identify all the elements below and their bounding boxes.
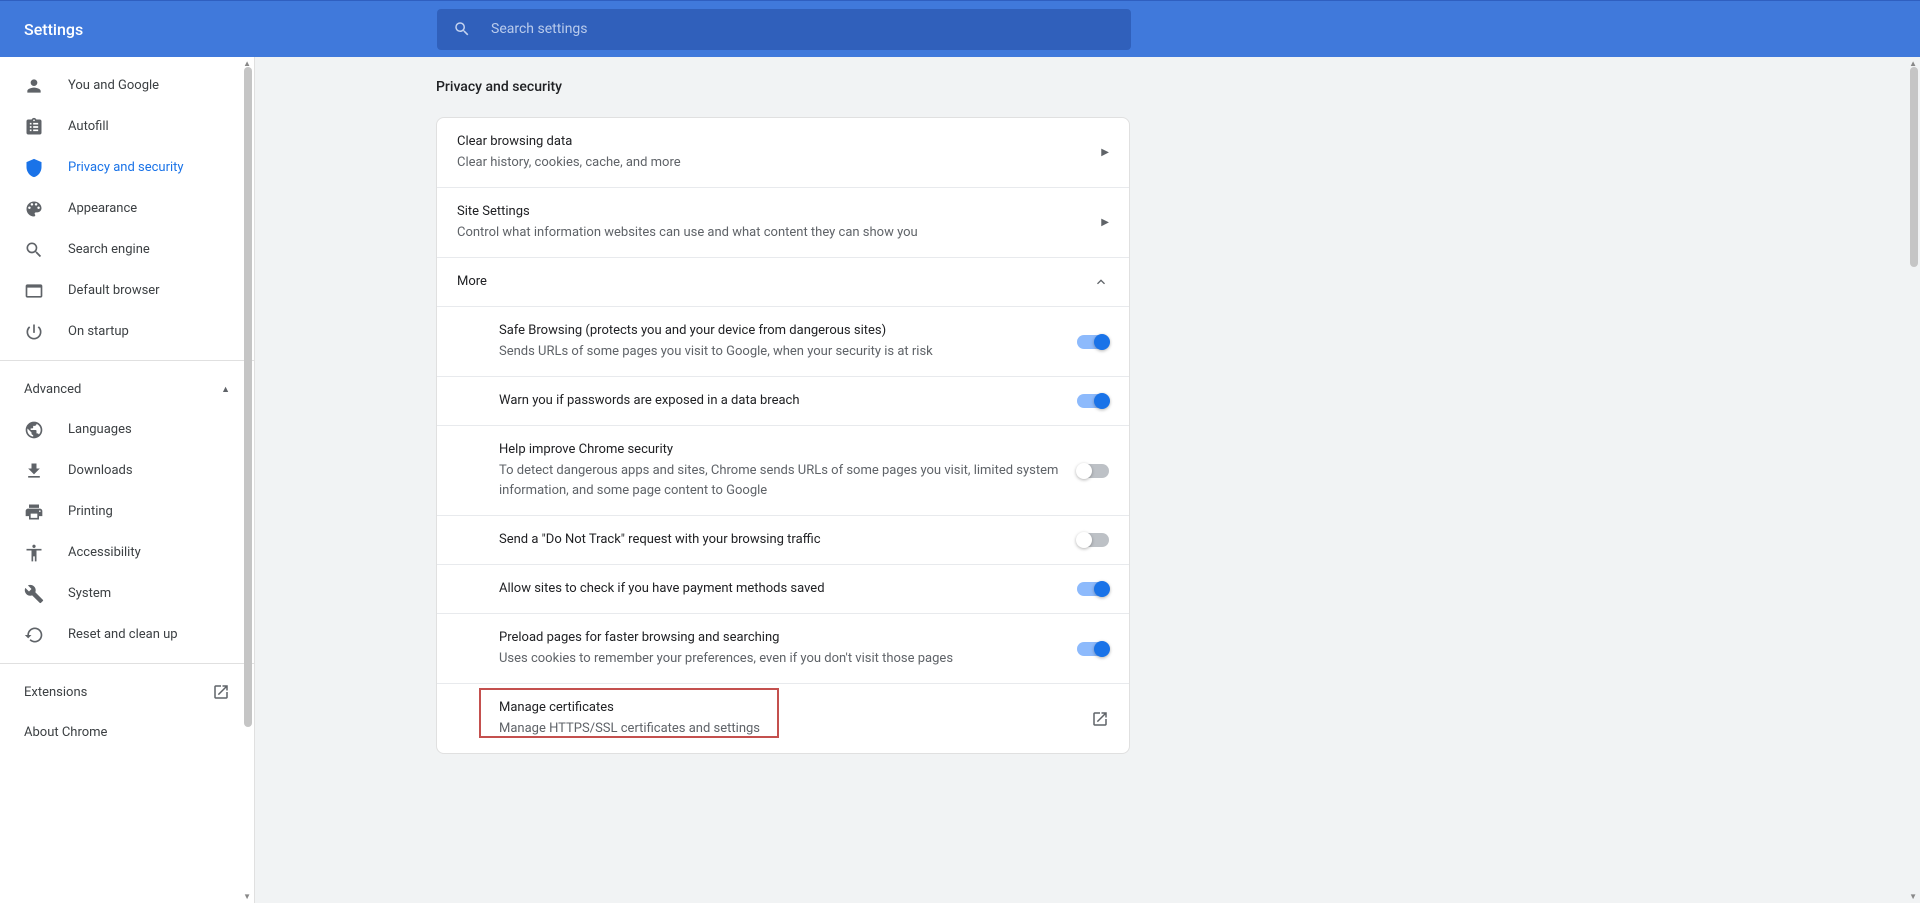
row-title: Clear browsing data — [457, 132, 1101, 152]
row-password-breach: Warn you if passwords are exposed in a d… — [437, 377, 1129, 426]
open-in-new-icon — [212, 683, 230, 701]
sidebar-item-languages[interactable]: Languages — [0, 409, 254, 450]
sidebar-item-downloads[interactable]: Downloads — [0, 450, 254, 491]
sidebar-item-on-startup[interactable]: On startup — [0, 311, 254, 352]
divider — [0, 663, 254, 664]
power-icon — [24, 322, 44, 342]
row-subtitle: Clear history, cookies, cache, and more — [457, 153, 1101, 173]
app-title: Settings — [24, 20, 83, 39]
divider — [0, 360, 254, 361]
row-manage-certificates[interactable]: Manage certificates Manage HTTPS/SSL cer… — [437, 684, 1129, 753]
chevron-right-icon: ▶ — [1101, 147, 1109, 158]
search-icon — [453, 20, 471, 38]
app-header: Settings — [0, 0, 1920, 57]
row-title: More — [457, 272, 1093, 292]
sidebar-item-search-engine[interactable]: Search engine — [0, 229, 254, 270]
search-icon — [24, 240, 44, 260]
main-scrollbar[interactable] — [1910, 67, 1918, 267]
row-clear-browsing-data[interactable]: Clear browsing data Clear history, cooki… — [437, 118, 1129, 188]
sidebar-item-label: Downloads — [68, 463, 133, 478]
row-more[interactable]: More — [437, 258, 1129, 307]
toggle-payment-methods[interactable] — [1077, 582, 1109, 596]
settings-card: Clear browsing data Clear history, cooki… — [436, 117, 1130, 754]
sidebar-scrollbar[interactable] — [244, 67, 252, 727]
shield-icon — [24, 158, 44, 178]
sidebar-about-chrome[interactable]: About Chrome — [0, 712, 254, 752]
row-subtitle: Sends URLs of some pages you visit to Go… — [499, 342, 1077, 362]
restore-icon — [24, 625, 44, 645]
sidebar-item-label: System — [68, 586, 111, 601]
sidebar-item-you-and-google[interactable]: You and Google — [0, 65, 254, 106]
row-title: Safe Browsing (protects you and your dev… — [499, 321, 1077, 341]
clipboard-icon — [24, 117, 44, 137]
row-title: Site Settings — [457, 202, 1101, 222]
search-input[interactable] — [491, 21, 1115, 37]
sidebar-item-label: Default browser — [68, 283, 160, 298]
sidebar-item-label: Privacy and security — [68, 160, 184, 175]
row-title: Preload pages for faster browsing and se… — [499, 628, 1077, 648]
page-title: Privacy and security — [436, 79, 1130, 95]
palette-icon — [24, 199, 44, 219]
download-icon — [24, 461, 44, 481]
browser-icon — [24, 281, 44, 301]
sidebar-item-autofill[interactable]: Autofill — [0, 106, 254, 147]
printer-icon — [24, 502, 44, 522]
advanced-label: Advanced — [24, 382, 81, 397]
row-title: Manage certificates — [499, 698, 1091, 718]
row-title: Send a "Do Not Track" request with your … — [499, 530, 1077, 550]
toggle-safe-browsing[interactable] — [1077, 335, 1109, 349]
sidebar-item-label: Autofill — [68, 119, 109, 134]
row-do-not-track: Send a "Do Not Track" request with your … — [437, 516, 1129, 565]
toggle-preload-pages[interactable] — [1077, 642, 1109, 656]
sidebar-item-printing[interactable]: Printing — [0, 491, 254, 532]
sidebar-item-label: On startup — [68, 324, 129, 339]
row-payment-methods: Allow sites to check if you have payment… — [437, 565, 1129, 614]
wrench-icon — [24, 584, 44, 604]
sidebar-advanced-toggle[interactable]: Advanced ▲ — [0, 369, 254, 409]
sidebar-item-accessibility[interactable]: Accessibility — [0, 532, 254, 573]
row-subtitle: Uses cookies to remember your preference… — [499, 649, 1077, 669]
scrollbar-down-icon[interactable]: ▼ — [1909, 892, 1917, 901]
sidebar-extensions[interactable]: Extensions — [0, 672, 254, 712]
globe-icon — [24, 420, 44, 440]
main-content: ▲ ▼ Privacy and security Clear browsing … — [255, 57, 1920, 903]
row-title: Allow sites to check if you have payment… — [499, 579, 1077, 599]
row-title: Help improve Chrome security — [499, 440, 1077, 460]
chevron-up-icon: ▲ — [221, 384, 230, 395]
sidebar-item-label: Accessibility — [68, 545, 141, 560]
sidebar-item-label: Appearance — [68, 201, 137, 216]
scrollbar-down-icon[interactable]: ▼ — [243, 892, 251, 901]
sidebar: ▲ ▼ You and Google Autofill Privacy and … — [0, 57, 255, 903]
person-icon — [24, 76, 44, 96]
row-preload-pages: Preload pages for faster browsing and se… — [437, 614, 1129, 684]
row-safe-browsing: Safe Browsing (protects you and your dev… — [437, 307, 1129, 377]
row-help-improve: Help improve Chrome security To detect d… — [437, 426, 1129, 516]
row-site-settings[interactable]: Site Settings Control what information w… — [437, 188, 1129, 258]
row-subtitle: To detect dangerous apps and sites, Chro… — [499, 461, 1077, 501]
sidebar-item-default-browser[interactable]: Default browser — [0, 270, 254, 311]
toggle-help-improve[interactable] — [1077, 464, 1109, 478]
sidebar-item-label: Reset and clean up — [68, 627, 178, 642]
sidebar-item-label: Languages — [68, 422, 132, 437]
sidebar-item-label: Search engine — [68, 242, 150, 257]
sidebar-item-label: You and Google — [68, 78, 159, 93]
chevron-up-icon — [1093, 274, 1109, 290]
sidebar-item-privacy-security[interactable]: Privacy and security — [0, 147, 254, 188]
sidebar-item-label: Printing — [68, 504, 113, 519]
sidebar-item-system[interactable]: System — [0, 573, 254, 614]
open-in-new-icon — [1091, 710, 1109, 728]
chevron-right-icon: ▶ — [1101, 217, 1109, 228]
row-title: Warn you if passwords are exposed in a d… — [499, 391, 1077, 411]
extensions-label: Extensions — [24, 685, 87, 700]
toggle-password-breach[interactable] — [1077, 394, 1109, 408]
toggle-do-not-track[interactable] — [1077, 533, 1109, 547]
search-container[interactable] — [437, 9, 1131, 50]
accessibility-icon — [24, 543, 44, 563]
row-subtitle: Control what information websites can us… — [457, 223, 1101, 243]
sidebar-item-appearance[interactable]: Appearance — [0, 188, 254, 229]
row-subtitle: Manage HTTPS/SSL certificates and settin… — [499, 719, 1091, 739]
about-label: About Chrome — [24, 725, 107, 740]
sidebar-item-reset[interactable]: Reset and clean up — [0, 614, 254, 655]
